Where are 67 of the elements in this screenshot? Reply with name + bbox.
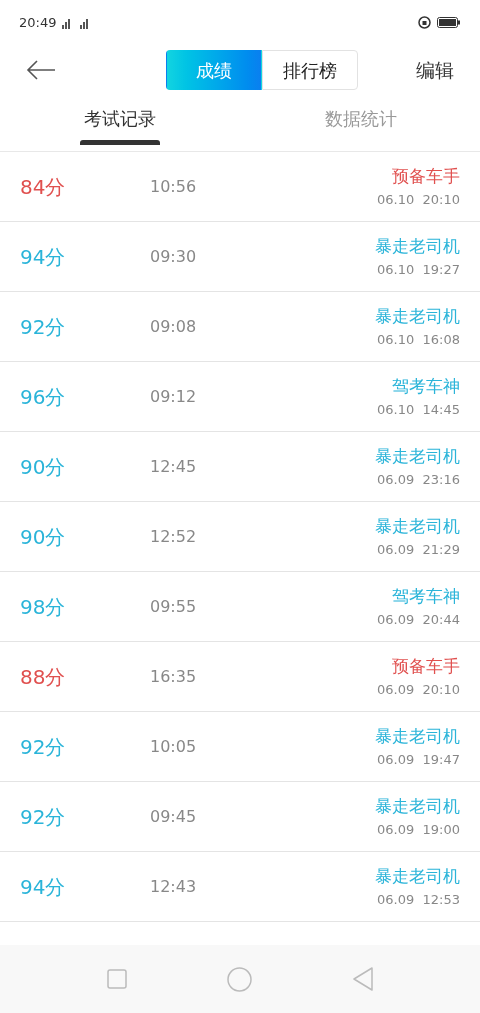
level-title: 驾考车神 [392, 375, 460, 398]
tab[interactable]: 数据统计 [241, 95, 480, 151]
record-datetime: 06.10 20:10 [377, 190, 460, 209]
record-row[interactable]: 90分 12:52 暴走老司机 06.09 21:29 [0, 502, 480, 572]
home-icon[interactable] [226, 966, 252, 992]
status-time: 20:49 [19, 13, 57, 32]
score: 92分 [20, 733, 67, 761]
score: 94分 [20, 873, 67, 901]
level-title: 暴走老司机 [375, 795, 460, 818]
record-datetime: 06.10 19:27 [377, 260, 460, 279]
score: 88分 [20, 663, 67, 691]
duration: 12:45 [150, 455, 198, 478]
record-row[interactable]: 84分 10:56 预备车手 06.10 20:10 [0, 152, 480, 222]
score: 84分 [20, 173, 67, 201]
level-title: 暴走老司机 [375, 725, 460, 748]
tab[interactable]: 考试记录 [0, 95, 241, 151]
duration: 12:43 [150, 875, 198, 898]
score: 92分 [20, 313, 67, 341]
record-row[interactable]: 94分 12:43 暴走老司机 06.09 12:53 [0, 852, 480, 922]
record-row[interactable]: 98分 09:55 驾考车神 06.09 20:44 [0, 572, 480, 642]
record-datetime: 06.10 14:45 [377, 400, 460, 419]
duration: 09:45 [150, 805, 198, 828]
record-datetime: 06.09 23:16 [377, 470, 460, 489]
level-title: 预备车手 [392, 655, 460, 678]
duration: 09:12 [150, 385, 198, 408]
record-row[interactable]: 90分 12:45 暴走老司机 06.09 23:16 [0, 432, 480, 502]
record-datetime: 06.09 19:47 [377, 750, 460, 769]
record-datetime: 06.09 20:44 [377, 610, 460, 629]
record-row[interactable]: 92分 10:05 暴走老司机 06.09 19:47 [0, 712, 480, 782]
score: 92分 [20, 803, 67, 831]
lock-rotation-icon [418, 16, 431, 29]
record-datetime: 06.09 20:10 [377, 680, 460, 699]
record-datetime: 06.09 12:53 [377, 890, 460, 909]
edit-button[interactable]: 编辑 [410, 55, 454, 85]
duration: 16:35 [150, 665, 198, 688]
duration: 09:30 [150, 245, 198, 268]
record-datetime: 06.10 16:08 [377, 330, 460, 349]
back-icon[interactable] [26, 60, 56, 80]
record-row[interactable]: 96分 09:12 驾考车神 06.10 14:45 [0, 362, 480, 432]
score: 96分 [20, 383, 67, 411]
level-title: 暴走老司机 [375, 305, 460, 328]
record-datetime: 06.09 19:00 [377, 820, 460, 839]
score: 90分 [20, 523, 67, 551]
score: 94分 [20, 243, 67, 271]
record-row[interactable]: 92分 09:45 暴走老司机 06.09 19:00 [0, 782, 480, 852]
record-row[interactable]: 94分 09:30 暴走老司机 06.10 19:27 [0, 222, 480, 292]
score: 90分 [20, 453, 67, 481]
duration: 12:52 [150, 525, 198, 548]
duration: 10:05 [150, 735, 198, 758]
back-nav-icon[interactable] [351, 967, 374, 991]
level-title: 预备车手 [392, 165, 460, 188]
recents-icon[interactable] [106, 969, 127, 989]
duration: 09:55 [150, 595, 198, 618]
duration: 10:56 [150, 175, 198, 198]
record-row[interactable]: 88分 16:35 预备车手 06.09 20:10 [0, 642, 480, 712]
duration: 09:08 [150, 315, 198, 338]
segment-tab[interactable]: 成绩 [166, 50, 262, 90]
level-title: 暴走老司机 [375, 515, 460, 538]
record-row[interactable]: 92分 09:08 暴走老司机 06.10 16:08 [0, 292, 480, 362]
level-title: 暴走老司机 [375, 445, 460, 468]
segment-tab[interactable]: 排行榜 [262, 50, 358, 90]
level-title: 驾考车神 [392, 585, 460, 608]
record-datetime: 06.09 21:29 [377, 540, 460, 559]
battery-icon [437, 17, 461, 28]
level-title: 暴走老司机 [375, 865, 460, 888]
score: 98分 [20, 593, 67, 621]
level-title: 暴走老司机 [375, 235, 460, 258]
